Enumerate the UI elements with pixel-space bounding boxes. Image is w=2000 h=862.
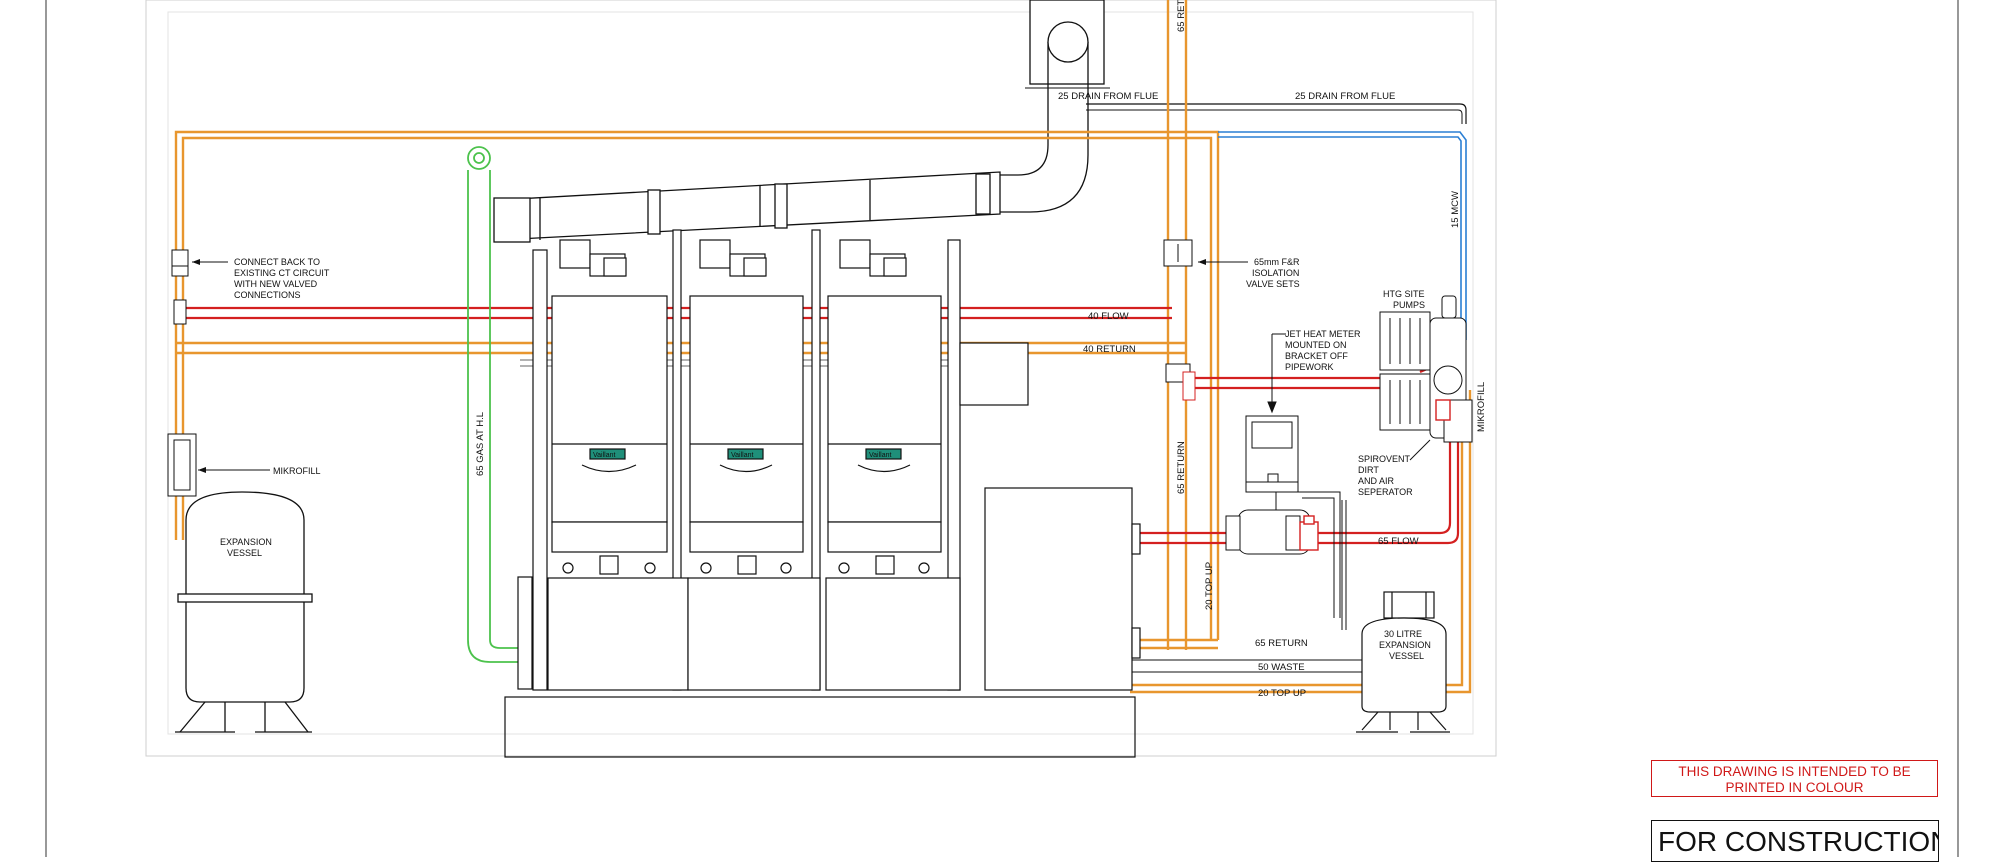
heat-meter-note-4: PIPEWORK [1285,362,1334,372]
expansion-vessel-left [175,491,313,733]
construction-status-box: FOR CONSTRUCTION [1651,820,1939,862]
drain-from-flue: 25 DRAIN FROM FLUE 25 DRAIN FROM FLUE [1025,87,1467,124]
notice-line-2: PRINTED IN COLOUR [1725,780,1864,795]
plinth [504,696,1136,758]
mikrofill-right-label: MIKROFILL [1476,382,1487,432]
mikrofill-left-label: MIKROFILL [273,466,321,476]
boiler-1-brand: Vaillant [593,452,615,459]
ct-note: CONNECT BACK TO EXISTING CT CIRCUIT WITH… [192,257,330,300]
heat-meter-note-2: MOUNTED ON [1285,340,1347,350]
hydraulic-header-unit [984,487,1133,691]
cold-water-main [1218,131,1467,340]
heat-meter [1225,333,1341,618]
expansion-left-label-1: EXPANSION [220,537,272,547]
flow-65-label: 65 FLOW [1378,536,1419,547]
htg-pumps-label-2: PUMPS [1393,300,1425,310]
top-up-20-label: 20 TOP UP [1258,688,1306,699]
boiler-1 [547,239,689,691]
spirovent-line-4: SEPERATOR [1358,487,1413,497]
side-cabinet [959,342,1029,406]
heat-meter-note-1: JET HEAT METER [1285,329,1361,339]
valve-sets [171,239,1196,401]
return-65-vertical-label: 65 RETURN [1176,441,1187,494]
isolation-note-line-1: 65mm F&R [1254,257,1300,267]
return-top-label: 65 RETU [1176,0,1187,32]
isolation-note-line-2: ISOLATION [1252,268,1299,278]
heating-pumps [1379,295,1473,443]
heat-meter-note-3: BRACKET OFF [1285,351,1348,361]
expansion-30-label-1: 30 LITRE [1384,629,1422,639]
plant-room-schematic: 25 DRAIN FROM FLUE 25 DRAIN FROM FLUE Va… [45,0,1959,857]
boiler-3-brand: Vaillant [869,452,891,459]
construction-status-text: FOR CONSTRUCTION [1658,826,1939,857]
expansion-vessel-right [1356,591,1450,733]
htg-pumps-label-1: HTG SITE [1383,289,1425,299]
drain-flue-label-right: 25 DRAIN FROM FLUE [1295,91,1395,102]
ct-note-line-2: EXISTING CT CIRCUIT [234,268,330,278]
mikrofill-pointer: MIKROFILL [198,466,321,476]
spirovent-line-1: SPIROVENT [1358,454,1411,464]
expansion-left-label-2: VESSEL [227,548,262,558]
waste-50-label: 50 WASTE [1258,662,1305,673]
expansion-30-label-3: VESSEL [1389,651,1424,661]
mcw-label: 15 MCW [1450,191,1461,228]
flue-system [493,0,1105,243]
spirovent-note: SPIROVENT DIRT AND AIR SEPERATOR [1358,439,1431,497]
spirovent-line-2: DIRT [1358,465,1379,475]
top-up-vertical-label: 20 TOP UP [1204,562,1215,610]
expansion-30-label-2: EXPANSION [1379,640,1431,650]
boiler-2-brand: Vaillant [731,452,753,459]
flue-bend-circle [1047,21,1089,63]
isolation-note: 65mm F&R ISOLATION VALVE SETS [1198,257,1300,289]
ct-note-line-4: CONNECTIONS [234,290,301,300]
spirovent-line-3: AND AIR [1358,476,1395,486]
ct-note-line-3: WITH NEW VALVED [234,279,318,289]
gas-label: 65 GAS AT H.L [475,412,486,476]
isolation-note-line-3: VALVE SETS [1246,279,1300,289]
print-in-colour-notice: THIS DRAWING IS INTENDED TO BE PRINTED I… [1651,760,1938,797]
return-40-label: 40 RETURN [1083,344,1136,355]
ct-note-line-1: CONNECT BACK TO [234,257,320,267]
boiler-3 [825,239,961,691]
flow-40-label: 40 FLOW [1088,311,1129,322]
mikrofill-left [167,433,197,497]
drain-flue-label-left: 25 DRAIN FROM FLUE [1058,91,1158,102]
schematic-sheet: 25 DRAIN FROM FLUE 25 DRAIN FROM FLUE Va… [0,0,2000,857]
boiler-2 [687,239,821,691]
return-65-label: 65 RETURN [1255,638,1308,649]
notice-line-1: THIS DRAWING IS INTENDED TO BE [1678,764,1911,779]
